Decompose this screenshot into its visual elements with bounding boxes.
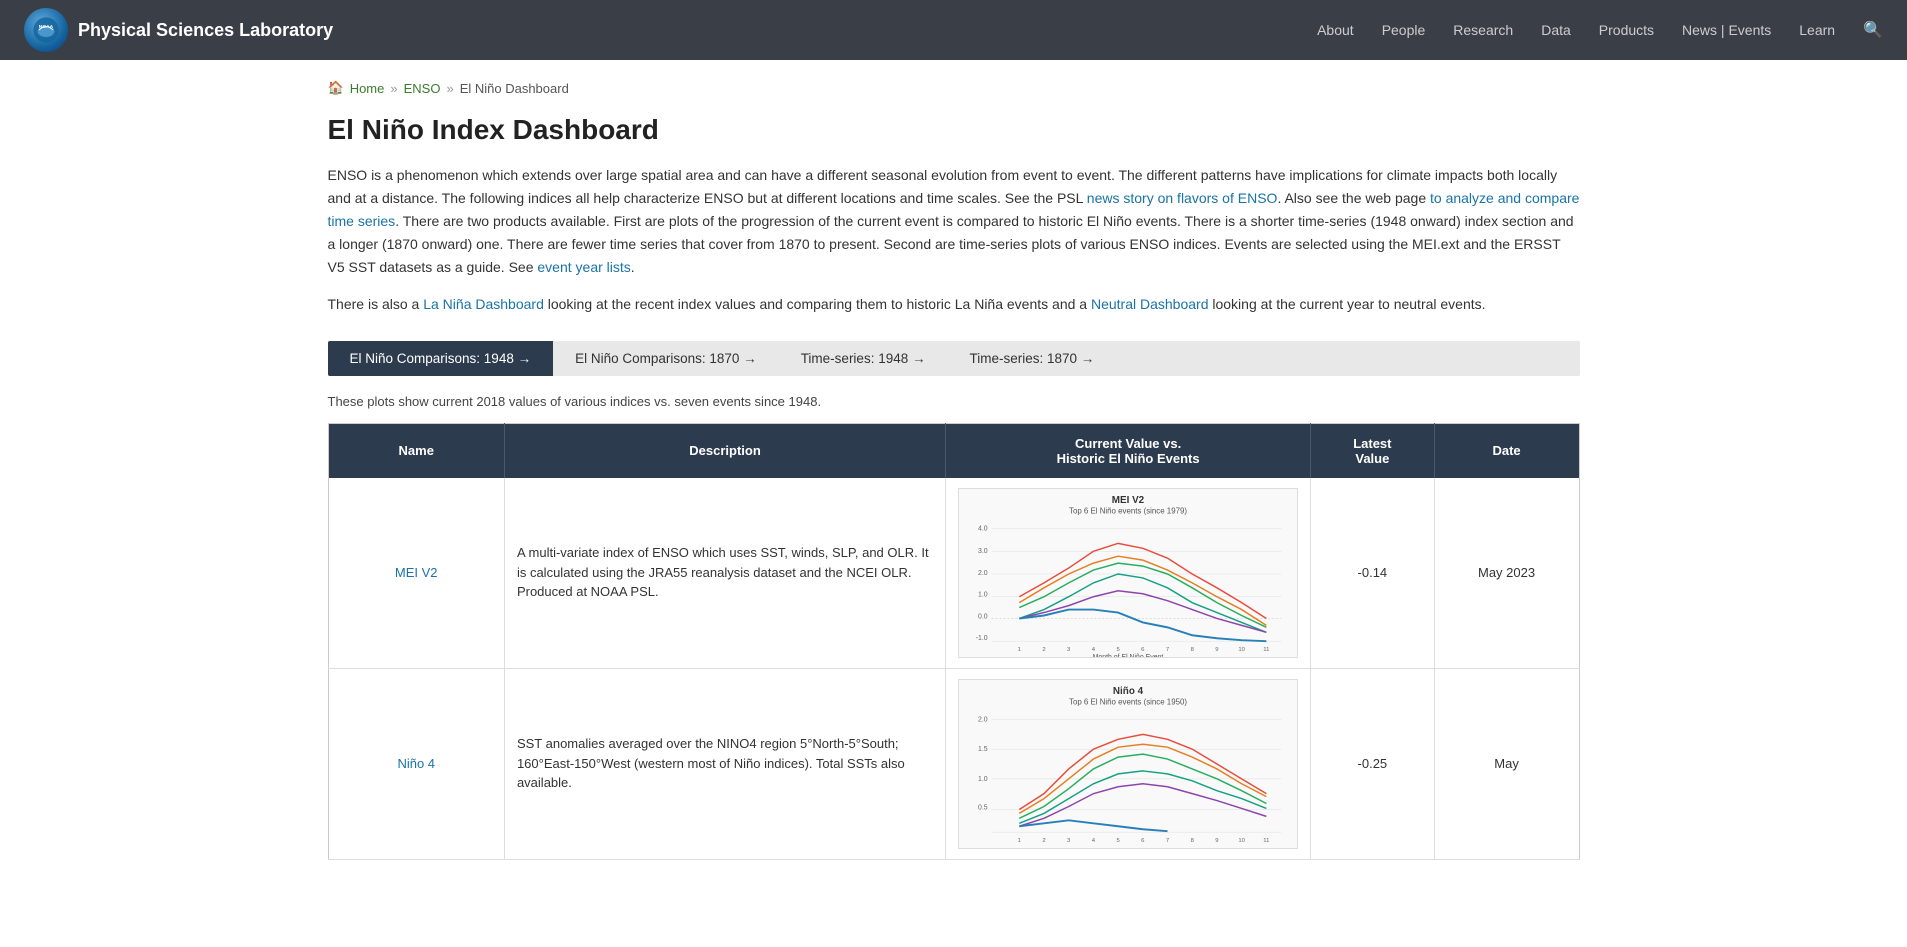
noaa-logo: NOAA — [24, 8, 68, 52]
tab-1870-comparisons[interactable]: El Niño Comparisons: 1870 → — [553, 341, 779, 376]
nav-about[interactable]: About — [1317, 22, 1354, 38]
nav-learn[interactable]: Learn — [1799, 22, 1835, 38]
svg-text:2.0: 2.0 — [978, 570, 988, 577]
intro-paragraph: ENSO is a phenomenon which extends over … — [328, 164, 1580, 279]
home-icon: 🏠 — [328, 80, 344, 96]
breadcrumb-current: El Niño Dashboard — [460, 81, 569, 96]
chart-mei-v2[interactable]: MEI V2 Top 6 El Niño events (since 1979)… — [958, 488, 1298, 658]
svg-text:Month of El Niño Event: Month of El Niño Event — [1093, 654, 1164, 657]
cell-name-nino4: Niño 4 — [328, 668, 504, 859]
col-header-latest-value: LatestValue — [1311, 423, 1435, 478]
svg-text:1: 1 — [1018, 838, 1021, 844]
cell-desc-mei: A multi-variate index of ENSO which uses… — [504, 478, 945, 669]
svg-text:7: 7 — [1166, 838, 1169, 844]
table-row: Niño 4 SST anomalies averaged over the N… — [328, 668, 1579, 859]
breadcrumb-home[interactable]: Home — [350, 81, 385, 96]
main-content: 🏠 Home » ENSO » El Niño Dashboard El Niñ… — [304, 60, 1604, 880]
svg-text:0.0: 0.0 — [978, 613, 988, 620]
breadcrumb-sep2: » — [446, 81, 453, 96]
svg-text:7: 7 — [1166, 647, 1169, 653]
svg-text:4.0: 4.0 — [978, 525, 988, 532]
table-header-row: Name Description Current Value vs.Histor… — [328, 423, 1579, 478]
cell-date-mei: May 2023 — [1434, 478, 1579, 669]
logo-area: NOAA Physical Sciences Laboratory — [24, 8, 333, 52]
link-event-years[interactable]: event year lists — [537, 259, 630, 275]
link-nino4[interactable]: Niño 4 — [397, 756, 435, 771]
nav-people[interactable]: People — [1382, 22, 1426, 38]
svg-text:2.0: 2.0 — [978, 716, 988, 723]
nav-products[interactable]: Products — [1599, 22, 1654, 38]
svg-text:1.0: 1.0 — [978, 775, 988, 782]
svg-text:2: 2 — [1042, 838, 1045, 844]
cell-chart-mei: MEI V2 Top 6 El Niño events (since 1979)… — [946, 478, 1311, 669]
site-title: Physical Sciences Laboratory — [78, 20, 333, 41]
tabs-container: El Niño Comparisons: 1948 → El Niño Comp… — [328, 341, 1580, 376]
svg-text:Top 6 El Niño events (since 19: Top 6 El Niño events (since 1950) — [1069, 697, 1187, 706]
svg-text:Niño 4: Niño 4 — [1113, 685, 1144, 696]
svg-text:10: 10 — [1238, 647, 1245, 653]
link-mei-v2[interactable]: MEI V2 — [395, 565, 438, 580]
svg-text:1.5: 1.5 — [978, 746, 988, 753]
tab-1948-comparisons[interactable]: El Niño Comparisons: 1948 → — [328, 341, 554, 376]
svg-text:9: 9 — [1215, 838, 1218, 844]
svg-text:-1.0: -1.0 — [976, 635, 988, 642]
svg-text:3.0: 3.0 — [978, 548, 988, 555]
breadcrumb: 🏠 Home » ENSO » El Niño Dashboard — [328, 80, 1580, 96]
cell-name-mei: MEI V2 — [328, 478, 504, 669]
cell-value-nino4: -0.25 — [1311, 668, 1435, 859]
nav-news-events[interactable]: News | Events — [1682, 22, 1771, 38]
svg-text:11: 11 — [1263, 647, 1269, 653]
svg-text:0.5: 0.5 — [978, 804, 988, 811]
link-news-flavors[interactable]: news story on flavors of ENSO — [1087, 190, 1278, 206]
table-row: MEI V2 A multi-variate index of ENSO whi… — [328, 478, 1579, 669]
svg-text:MEI V2: MEI V2 — [1112, 494, 1145, 505]
nav-research[interactable]: Research — [1453, 22, 1513, 38]
col-header-description: Description — [504, 423, 945, 478]
svg-text:1: 1 — [1018, 647, 1021, 653]
page-title: El Niño Index Dashboard — [328, 114, 1580, 146]
svg-text:Top 6 El Niño events (since 19: Top 6 El Niño events (since 1979) — [1069, 506, 1187, 515]
svg-text:NOAA: NOAA — [39, 24, 54, 30]
cell-value-mei: -0.14 — [1311, 478, 1435, 669]
sub-info-text: These plots show current 2018 values of … — [328, 394, 1580, 409]
index-table: Name Description Current Value vs.Histor… — [328, 423, 1580, 860]
tab-timeseries-1870[interactable]: Time-series: 1870 → — [947, 341, 1116, 376]
svg-text:9: 9 — [1215, 647, 1218, 653]
svg-text:10: 10 — [1238, 838, 1245, 844]
link-lanina-dashboard[interactable]: La Niña Dashboard — [423, 296, 544, 312]
cell-chart-nino4: Niño 4 Top 6 El Niño events (since 1950)… — [946, 668, 1311, 859]
col-header-name: Name — [328, 423, 504, 478]
cell-desc-nino4: SST anomalies averaged over the NINO4 re… — [504, 668, 945, 859]
svg-text:2: 2 — [1042, 647, 1045, 653]
svg-text:11: 11 — [1263, 838, 1269, 844]
cell-date-nino4: May — [1434, 668, 1579, 859]
col-header-chart: Current Value vs.Historic El Niño Events — [946, 423, 1311, 478]
tab-timeseries-1948[interactable]: Time-series: 1948 → — [779, 341, 948, 376]
chart-nino4[interactable]: Niño 4 Top 6 El Niño events (since 1950)… — [958, 679, 1298, 849]
svg-text:1.0: 1.0 — [978, 591, 988, 598]
nav-data[interactable]: Data — [1541, 22, 1571, 38]
search-icon[interactable]: 🔍 — [1863, 20, 1883, 40]
site-header: NOAA Physical Sciences Laboratory About … — [0, 0, 1907, 60]
link-neutral-dashboard[interactable]: Neutral Dashboard — [1091, 296, 1209, 312]
col-header-date: Date — [1434, 423, 1579, 478]
main-nav: About People Research Data Products News… — [1317, 20, 1883, 40]
breadcrumb-sep1: » — [390, 81, 397, 96]
dashboard-links-paragraph: There is also a La Niña Dashboard lookin… — [328, 293, 1580, 316]
breadcrumb-enso[interactable]: ENSO — [404, 81, 441, 96]
